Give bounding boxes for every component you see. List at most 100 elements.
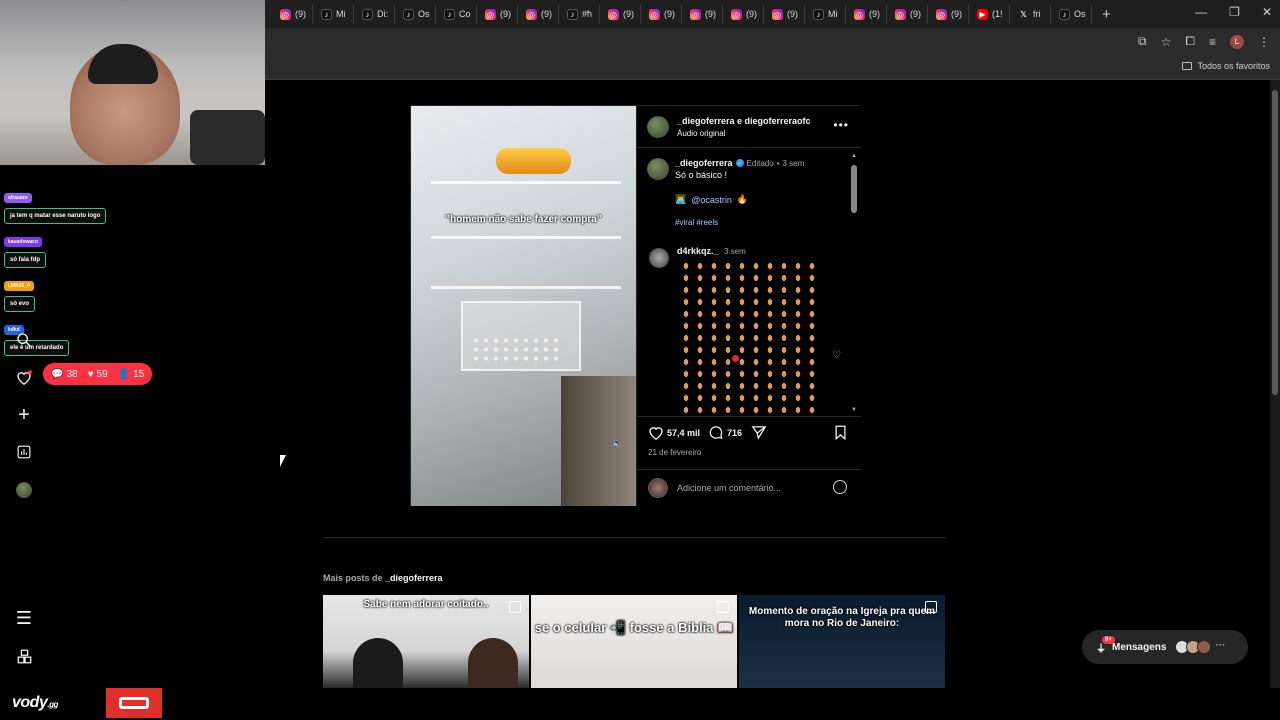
browser-tab[interactable]: ♪ Mi	[805, 4, 846, 24]
fire-icon: 🔥	[736, 194, 749, 204]
all-bookmarks-button[interactable]: Todos os favoritos	[1182, 61, 1270, 71]
browser-tab[interactable]: ◎ (9)	[846, 4, 887, 24]
browser-tab[interactable]: ♪ Mi	[313, 4, 354, 24]
browser-tab[interactable]: ♪ Di:	[354, 4, 395, 24]
author-names[interactable]: _diegoferrera e diegoferreraofc	[677, 116, 811, 126]
mouse-cursor	[280, 455, 286, 467]
browser-tab[interactable]: ◎ (9)	[272, 4, 313, 24]
tiktok-icon: ♪	[1059, 8, 1070, 20]
caption-dot: •	[776, 158, 780, 168]
more-options-icon[interactable]: •••	[833, 118, 849, 132]
more-avatars-icon: ···	[1215, 640, 1226, 651]
more-posts-username[interactable]: _diegoferrera	[385, 573, 443, 583]
profile-avatar-icon[interactable]	[14, 480, 34, 500]
audio-label[interactable]: Áudio original	[677, 129, 725, 138]
browser-tab[interactable]: ◎ (9)	[641, 4, 682, 24]
share-icon	[751, 426, 767, 440]
minimize-icon[interactable]: —	[1195, 5, 1207, 19]
caption-hashtags[interactable]: #viral #reels	[675, 218, 718, 227]
comment-button[interactable]: 716	[708, 425, 742, 440]
scroll-thumb[interactable]	[851, 165, 857, 213]
browser-tab[interactable]: ◎ (9)	[764, 4, 805, 24]
media-control-icon[interactable]: ≡	[1209, 35, 1216, 49]
current-user-avatar	[648, 478, 668, 498]
scroll-up-arrow[interactable]: ▲	[850, 153, 858, 159]
browser-tab[interactable]: ♪ #ħ	[559, 4, 600, 24]
post-date[interactable]: 21 de fevereiro	[648, 448, 701, 457]
tab-title: Os	[1074, 9, 1086, 19]
profile-avatar[interactable]: L	[1230, 34, 1244, 49]
post-thumbnail[interactable]: se o celular 📲 fosse a Bíblia 📖	[531, 595, 737, 688]
page-scroll-thumb[interactable]	[1272, 90, 1278, 395]
browser-tab[interactable]: ◎ (9)	[682, 4, 723, 24]
comment-avatar[interactable]	[649, 248, 669, 268]
save-button[interactable]	[834, 425, 847, 440]
comment-like-icon[interactable]: ♡	[832, 350, 841, 361]
message-avatar	[1197, 640, 1212, 654]
stream-channel-logo	[106, 688, 162, 718]
tiktok-icon: ♪	[321, 8, 332, 20]
browser-tab[interactable]: ◎ (9)	[477, 4, 518, 24]
comments-count: 716	[727, 427, 743, 438]
notifications-heart-icon[interactable]	[14, 367, 34, 387]
browser-tab[interactable]: ◎ (9)	[723, 4, 764, 24]
author-avatar[interactable]	[647, 116, 669, 138]
post-thumbnail[interactable]: Sabe nem adorar coitado..	[323, 595, 529, 688]
messages-button[interactable]: ⏚ 9+ Mensagens ···	[1082, 630, 1248, 664]
notifications-popup[interactable]: 💬 38 ♥ 59 👤 15	[43, 363, 153, 385]
more-menu-icon[interactable]: ☰	[14, 608, 34, 628]
instagram-icon: ◎	[731, 8, 742, 20]
vody-logo: vody.gg	[12, 694, 58, 712]
caption-mention[interactable]: @ocastrin	[691, 195, 732, 205]
tab-title: Mi	[828, 9, 838, 19]
threads-apps-icon[interactable]	[14, 646, 34, 666]
browser-tab[interactable]: ◎ (9)	[928, 4, 969, 24]
reel-caption: "homem não sabe fazer compra"	[445, 214, 602, 225]
comments-scrollbar[interactable]: ▲ ▼	[850, 153, 858, 413]
search-icon[interactable]	[14, 330, 34, 350]
restore-icon[interactable]: ❐	[1229, 5, 1240, 19]
heart-icon	[649, 427, 663, 440]
share-button[interactable]	[751, 425, 767, 440]
tab-title: (9)	[787, 9, 798, 19]
reel-video[interactable]: "homem não sabe fazer compra" 🔈	[411, 106, 636, 506]
person-figure	[353, 638, 403, 688]
caption-avatar[interactable]	[647, 158, 669, 180]
browser-tab[interactable]: ♪ Co	[436, 4, 477, 24]
person-figure	[468, 638, 518, 688]
menu-icon[interactable]: ⋮	[1258, 35, 1270, 49]
cap-emoji-icon: 👨‍💻	[675, 194, 687, 204]
more-posts-prefix: Mais posts de	[323, 573, 383, 583]
page-scrollbar[interactable]	[1270, 80, 1280, 688]
brand-suffix: .gg	[47, 700, 58, 709]
extensions-icon[interactable]: ⧠	[1185, 34, 1195, 49]
create-plus-icon[interactable]: +	[14, 404, 34, 426]
browser-tab[interactable]: ▶ (1!	[969, 4, 1010, 24]
like-button[interactable]: 57,4 mil	[648, 425, 700, 440]
comment-header: d4rkkqz._ 3 sem	[677, 246, 746, 256]
dashboard-icon[interactable]	[14, 442, 34, 462]
emoji-picker-icon[interactable]	[833, 480, 847, 494]
browser-tab[interactable]: ◎ (9)	[600, 4, 641, 24]
scroll-down-arrow[interactable]: ▼	[850, 407, 858, 413]
screen: ◎ (9) ♪ Mi ♪ Di: ♪ Os ♪ Co ◎ (9) ◎ (9) ♪ #ħ ◎ (9) ◎ (9) ◎ (9)…	[0, 0, 1280, 720]
new-tab-button[interactable]: +	[1092, 6, 1111, 23]
close-icon[interactable]: ✕	[1262, 5, 1272, 19]
post-thumbnail[interactable]: Momento de oração na Igreja pra quem mor…	[739, 595, 945, 688]
caption-username[interactable]: _diegoferrera	[675, 158, 733, 168]
tiktok-icon: ♪	[403, 8, 414, 20]
browser-tab[interactable]: ♪ Os	[395, 4, 436, 24]
add-comment-input[interactable]	[677, 480, 817, 496]
post-modal: "homem não sabe fazer compra" 🔈 _diegofe…	[410, 105, 861, 506]
browser-tab[interactable]: ♪ Os	[1051, 4, 1092, 24]
bookmark-star-icon[interactable]: ☆	[1161, 35, 1172, 49]
bookmark-icon	[835, 425, 846, 440]
reel-icon	[717, 601, 729, 613]
browser-tab[interactable]: ◎ (9)	[518, 4, 559, 24]
install-app-icon[interactable]: ⧉	[1138, 34, 1147, 49]
volume-icon[interactable]: 🔈	[612, 438, 623, 448]
browser-tab[interactable]: ◎ (9)	[887, 4, 928, 24]
browser-tab[interactable]: 𝕏fri	[1010, 4, 1051, 24]
comment-username[interactable]: d4rkkqz._	[677, 246, 719, 256]
section-divider	[323, 537, 946, 538]
